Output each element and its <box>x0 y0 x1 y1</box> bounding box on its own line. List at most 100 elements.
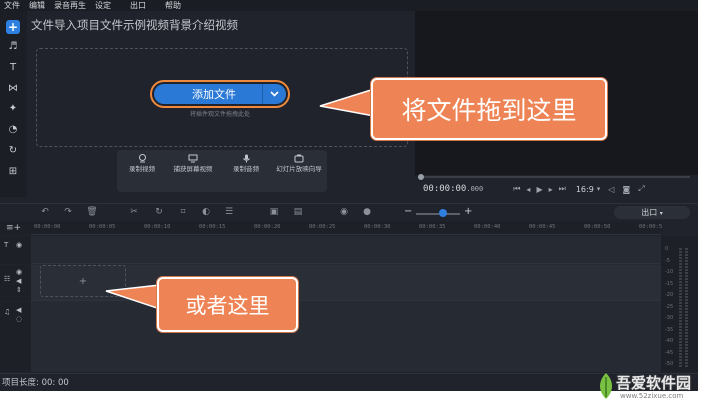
webcam-record-icon[interactable]: ◉ <box>338 207 350 217</box>
watermark-text: 吾爱软件园 <box>616 374 692 392</box>
zoom-out-button[interactable]: − <box>404 206 412 217</box>
ruler-tick-label: 00:00:10 <box>144 224 171 230</box>
step-back-icon[interactable]: ◂ <box>526 185 530 194</box>
stickers-icon[interactable]: ↻ <box>6 144 20 158</box>
record-audio-label: 录制音频 <box>233 165 259 173</box>
menu-edit[interactable]: 编辑 <box>29 0 45 11</box>
record-video-button[interactable]: 录制视频 <box>119 154 165 173</box>
capture-screen-button[interactable]: 捕获屏幕视频 <box>170 154 216 173</box>
undo-icon[interactable]: ↶ <box>39 207 51 217</box>
level-scale-label: -40 <box>665 338 674 344</box>
ruler-tick-label: 00:00:40 <box>474 224 501 230</box>
pip-icon[interactable]: ▣ <box>268 207 280 217</box>
chevron-down-icon[interactable]: ▾ <box>597 185 601 193</box>
filters-wand-icon[interactable]: ✦ <box>6 102 20 116</box>
audio-level-meter: 0 -5 -10 -15 -20 -25 -30 -35 -40 -45 -50 <box>661 236 698 372</box>
timeline-ruler[interactable]: 00:00:00 00:00:05 00:00:10 00:00:15 00:00:20… <box>31 221 662 235</box>
callout-or-here: 或者这里 <box>157 277 298 332</box>
link-icon[interactable]: ⇕ <box>16 286 22 294</box>
callout-arrow <box>319 87 375 117</box>
microphone-icon <box>242 154 250 163</box>
fullscreen-icon[interactable]: ⤢ <box>638 184 644 194</box>
color-adjust-icon[interactable]: ◐ <box>200 207 212 217</box>
microphone-record-icon[interactable]: ● <box>361 207 373 217</box>
ruler-tick-label: 00:00:45 <box>529 224 556 230</box>
clip-properties-icon[interactable]: ▤ <box>292 207 304 217</box>
chevron-down-icon: ▾ <box>659 210 663 217</box>
level-scale-label: 0 <box>665 246 669 252</box>
ruler-tick-label: 00:00:25 <box>309 224 336 230</box>
slideshow-wizard-button[interactable]: 幻灯片放映向导 <box>276 154 322 173</box>
slideshow-icon <box>294 154 304 163</box>
playback-progress[interactable] <box>415 174 698 180</box>
callout-drag-here: 将文件拖到这里 <box>371 78 607 140</box>
menu-help[interactable]: 帮助 <box>165 0 181 11</box>
ruler-tick-label: 00:00:35 <box>419 224 446 230</box>
monitor-icon <box>188 154 198 163</box>
titles-icon: T <box>4 241 9 249</box>
menu-record[interactable]: 录音再生 <box>54 0 86 11</box>
chevron-down-icon[interactable] <box>262 84 286 104</box>
ruler-tick-label: 00:00:20 <box>254 224 281 230</box>
volume-icon[interactable]: ◀ <box>16 306 21 314</box>
snapshot-icon[interactable]: ◙ <box>622 185 630 194</box>
import-title: 文件导入项目文件示例视频背景介绍视频 <box>31 18 238 32</box>
volume-icon[interactable]: ◁ <box>608 185 614 194</box>
capture-screen-label: 捕获屏幕视频 <box>173 165 213 173</box>
ruler-tick-label: 00:00:50 <box>584 224 611 230</box>
cut-icon[interactable]: ✂ <box>128 207 140 217</box>
menu-export[interactable]: 出口 <box>130 0 146 11</box>
audio-track-header: ♫ ◀ ◌ <box>0 302 31 372</box>
titles-icon[interactable]: T <box>6 61 20 75</box>
timecode: 00:00:00.000 <box>423 184 484 194</box>
equalizer-icon[interactable]: ☰ <box>223 207 235 217</box>
export-button[interactable]: 出口 ▾ <box>614 206 690 219</box>
drop-hint-text: 将插件观文件拖拽此处 <box>189 111 250 118</box>
eye-icon[interactable]: ◉ <box>16 241 22 249</box>
webcam-icon <box>138 154 146 163</box>
menu-bar: 文件 编辑 录音再生 设定 出口 帮助 <box>0 0 698 11</box>
record-sources-panel: 录制视频 捕获屏幕视频 录制音频 幻灯片放映向导 <box>117 150 327 192</box>
zoom-in-button[interactable]: + <box>464 206 472 217</box>
crop-icon[interactable]: ⌗ <box>177 207 189 217</box>
add-track-button[interactable]: ≡+ <box>0 221 31 235</box>
menu-settings[interactable]: 设定 <box>95 0 111 11</box>
slideshow-wizard-label: 幻灯片放映向导 <box>276 165 322 173</box>
ruler-tick-label: 00:00:15 <box>199 224 226 230</box>
app-window: 文件 编辑 录音再生 设定 出口 帮助 + ♬ T ⋈ ✦ ◔ ↻ ⊞ 文件导入… <box>0 0 698 391</box>
play-icon[interactable]: ▶ <box>536 185 542 194</box>
site-watermark: 吾爱软件园 www.52zixue.com <box>590 368 710 404</box>
step-forward-icon[interactable]: ▸ <box>549 185 553 194</box>
zoom-slider[interactable] <box>416 213 460 215</box>
title-track[interactable] <box>31 236 661 264</box>
delete-icon[interactable]: 🗑 <box>86 207 98 217</box>
level-scale-label: -15 <box>665 280 674 287</box>
zoom-slider-knob[interactable] <box>439 209 447 217</box>
aspect-ratio-select[interactable]: 16:9 <box>576 185 594 194</box>
redo-icon[interactable]: ↷ <box>62 207 74 217</box>
level-scale-label: -45 <box>665 349 674 356</box>
level-scale-label: -5 <box>665 257 670 264</box>
add-files-button[interactable]: 添加文件 <box>150 80 290 108</box>
timeline-toolbar: ↶ ↷ 🗑 ✂ ↻ ⌗ ◐ ☰ ▣ ▤ ◉ ● − + <box>0 203 698 221</box>
import-plus-icon[interactable]: + <box>6 20 20 34</box>
rotate-icon[interactable]: ↻ <box>153 207 165 217</box>
ruler-tick-label: 00:00:00 <box>34 224 61 230</box>
leaf-logo-icon <box>600 373 612 399</box>
playhead-knob[interactable] <box>418 174 424 180</box>
music-icon[interactable]: ♬ <box>6 40 20 54</box>
eye-icon[interactable]: ◉ <box>16 268 22 276</box>
clock-icon[interactable]: ◔ <box>6 123 20 137</box>
level-scale-label: -10 <box>665 269 674 275</box>
record-audio-button[interactable]: 录制音频 <box>223 154 269 173</box>
ruler-tick-label: 00:00:05 <box>89 224 116 230</box>
volume-icon[interactable]: ◀ <box>16 277 21 285</box>
video-track-icon: ☷ <box>4 275 11 283</box>
skip-back-icon[interactable]: ⏮ <box>513 184 520 194</box>
transitions-icon[interactable]: ⋈ <box>6 82 20 96</box>
callout-arrow <box>105 284 161 311</box>
skip-forward-icon[interactable]: ⏭ <box>559 184 566 194</box>
mute-icon[interactable]: ◌ <box>16 315 22 323</box>
menu-file[interactable]: 文件 <box>4 0 20 11</box>
more-tools-icon[interactable]: ⊞ <box>6 165 20 179</box>
